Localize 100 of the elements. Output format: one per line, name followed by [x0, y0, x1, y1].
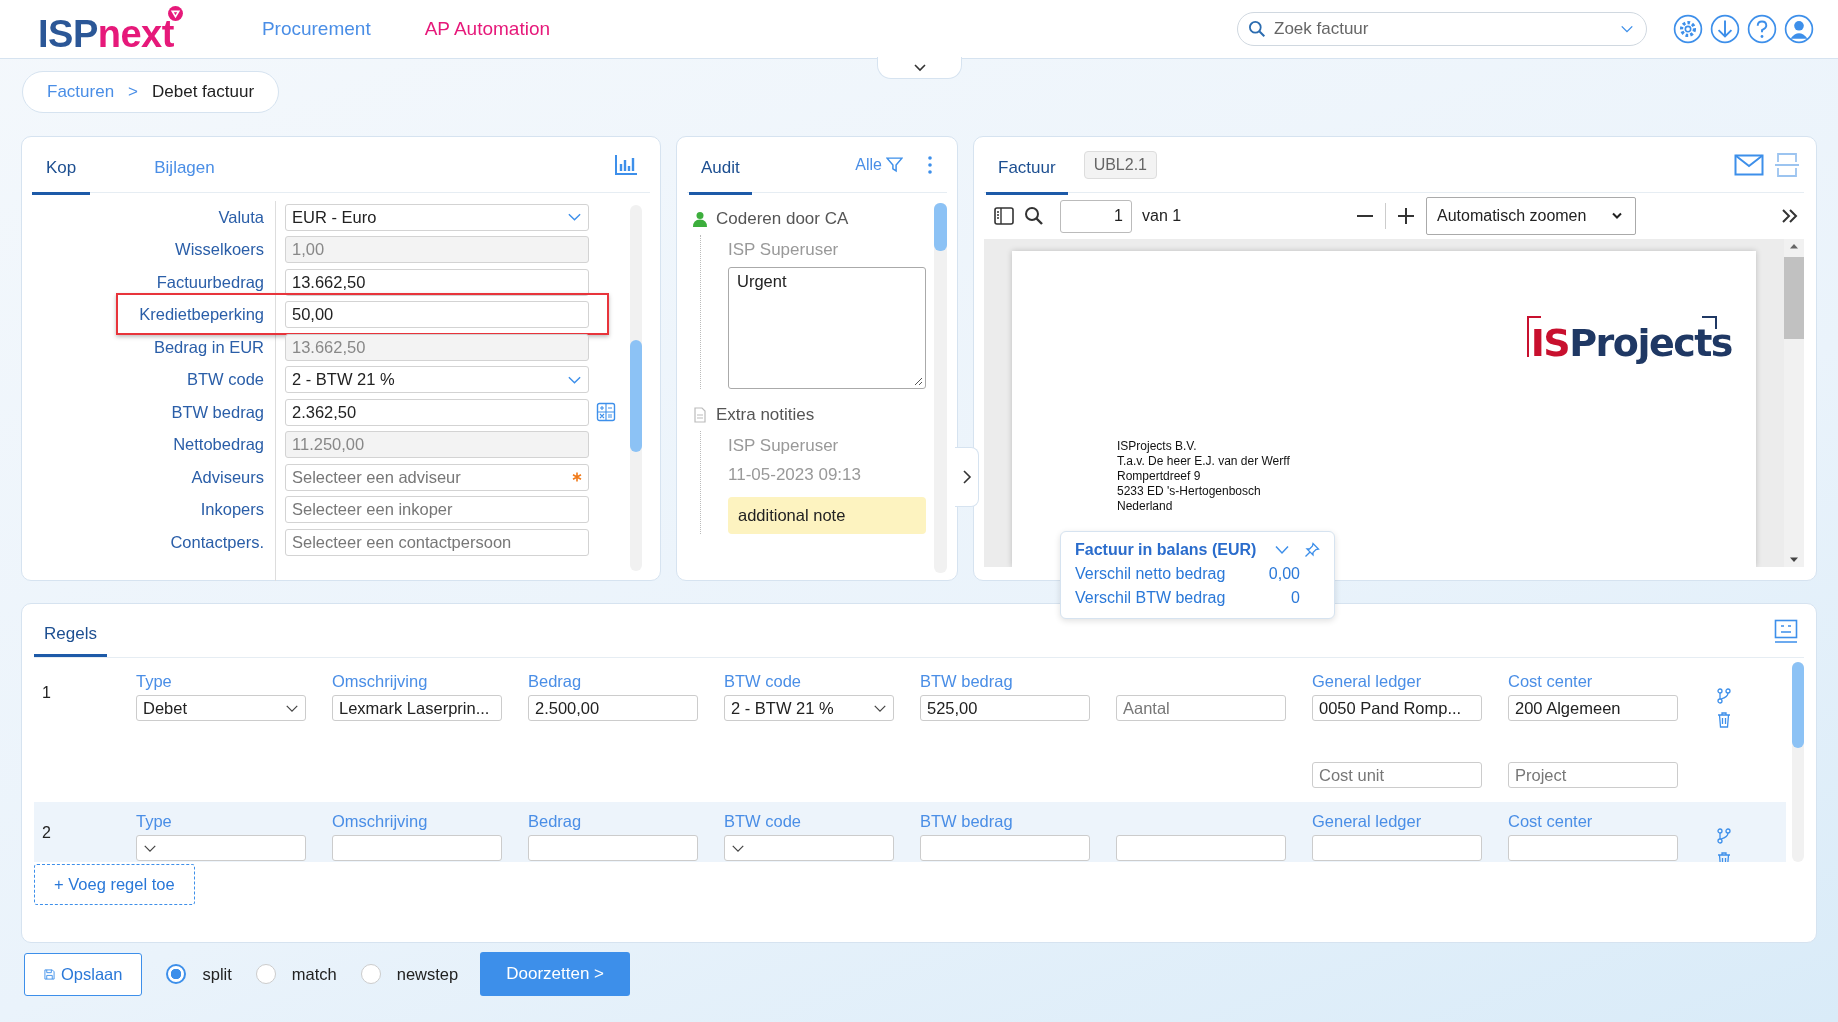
chevron-down-icon — [731, 843, 745, 853]
chevron-down-icon — [1611, 212, 1623, 220]
line-row[interactable]: 1 Type Debet Omschrijving Lexmark Laserprin... Bedrag 2.500,00 BTW code 2 - BTW 21 % BTW bedrag 525,00 Aantal General ledger 0050 Pand Romp... Cost center 200 Algemeen Cost unit Project — [34, 662, 1786, 802]
column-label: Omschrijving — [332, 812, 429, 832]
tab[interactable]: Audit — [689, 142, 752, 195]
input-field[interactable] — [724, 835, 894, 861]
user-icon[interactable] — [1784, 14, 1814, 44]
input-field[interactable]: 200 Algemeen — [1508, 695, 1678, 721]
pin-icon[interactable] — [1304, 542, 1320, 558]
input-field[interactable]: Selecteer een adviseur — [285, 463, 589, 491]
input-field[interactable]: Aantal — [1116, 695, 1286, 721]
input-field[interactable]: 2.500,00 — [528, 695, 698, 721]
input-field[interactable] — [1312, 835, 1482, 861]
radio-option[interactable]: split — [166, 964, 232, 984]
scrollbar-thumb[interactable] — [1792, 662, 1804, 748]
field-label: Bedrag in EUR — [152, 337, 265, 357]
field-label: Contactpers. — [169, 532, 265, 552]
input-field[interactable]: EUR - Euro — [285, 203, 589, 231]
input-field[interactable] — [332, 835, 502, 861]
breadcrumb-current: Debet factuur — [152, 82, 255, 102]
input-field[interactable]: 50,00 — [285, 301, 589, 329]
bar-chart-icon[interactable] — [614, 153, 638, 176]
input-field[interactable]: 13.662,50 — [285, 268, 589, 296]
trash-icon[interactable] — [1717, 712, 1731, 728]
input-field[interactable]: Cost unit — [1312, 762, 1482, 788]
field-label: Nettobedrag — [172, 435, 265, 455]
input-field[interactable] — [528, 835, 698, 861]
field-label: BTW bedrag — [170, 402, 265, 422]
radio-button[interactable] — [360, 964, 381, 984]
tab[interactable]: Kop — [32, 142, 91, 195]
more-icon[interactable] — [927, 154, 933, 175]
audit-user: ISP Superuser — [728, 239, 840, 261]
scrollbar-thumb[interactable] — [630, 340, 642, 452]
add-line-button[interactable]: + Voeg regel toe — [34, 864, 195, 905]
input-field[interactable]: 2 - BTW 21 % — [285, 366, 589, 394]
resize-grip-icon — [913, 376, 923, 386]
radio-button[interactable] — [166, 964, 187, 984]
input-field[interactable]: Project — [1508, 762, 1678, 788]
audit-date: 11-05-2023 09:13 — [728, 464, 862, 486]
settings-icon[interactable] — [1673, 14, 1703, 44]
input-field[interactable]: Selecteer een contactpersoon — [285, 528, 589, 556]
chevron-down-icon — [143, 843, 157, 853]
tab[interactable]: UBL2.1 — [1083, 150, 1157, 179]
line-row[interactable]: 2 Type Omschrijving Bedrag BTW code BTW bedrag General ledger Cost center — [34, 802, 1786, 862]
field-label: Inkopers — [199, 500, 265, 520]
layout-icon[interactable] — [1774, 618, 1798, 643]
field-label: BTW code — [185, 370, 265, 390]
column-label: General ledger — [1312, 672, 1423, 692]
input-field[interactable]: Lexmark Laserprin... — [332, 695, 502, 721]
audit-user: ISP Superuser — [728, 435, 840, 457]
input-field[interactable]: Debet — [136, 695, 306, 721]
split-icon[interactable] — [1717, 828, 1731, 844]
balance-value: 0,00 — [1268, 565, 1300, 583]
input-field[interactable] — [1508, 835, 1678, 861]
filter-icon[interactable] — [886, 156, 903, 173]
column-label: BTW code — [724, 672, 803, 692]
field-label: Adviseurs — [190, 467, 265, 487]
nav-link[interactable]: AP Automation — [424, 18, 551, 40]
input-field[interactable]: Selecteer een inkoper — [285, 496, 589, 524]
note-text: additional note — [728, 497, 926, 534]
input-field[interactable] — [136, 835, 306, 861]
input-field[interactable]: 2 - BTW 21 % — [724, 695, 894, 721]
scroll-up-icon[interactable] — [1789, 243, 1799, 249]
column-label: Cost center — [1508, 812, 1594, 832]
column-label: Type — [136, 672, 173, 692]
radio-option[interactable]: newstep — [360, 964, 459, 984]
radio-option[interactable]: match — [255, 964, 337, 984]
audit-title: Coderen door CA — [716, 209, 849, 229]
popup-title: Factuur in balans (EUR) — [1075, 541, 1258, 559]
sidebar-toggle-icon[interactable] — [994, 206, 1014, 226]
page-number-field[interactable]: 1 — [1060, 199, 1132, 233]
tab[interactable]: Factuur — [986, 142, 1068, 195]
scan-icon[interactable] — [1774, 151, 1800, 178]
input-field[interactable]: 0050 Pand Romp... — [1312, 695, 1482, 721]
mail-icon[interactable] — [1734, 153, 1764, 176]
field-label: Wisselkoers — [174, 240, 265, 260]
tab[interactable]: Regels — [34, 612, 107, 657]
logo[interactable]: ISPnext — [38, 5, 184, 53]
input-field[interactable]: 525,00 — [920, 695, 1090, 721]
input-field[interactable]: 2.362,50 — [285, 398, 589, 426]
search-icon — [1248, 20, 1266, 38]
scroll-down-icon[interactable] — [1789, 557, 1799, 563]
zoom-in-icon[interactable] — [1396, 206, 1416, 226]
help-icon[interactable] — [1747, 14, 1777, 44]
calculator-icon[interactable] — [596, 402, 616, 423]
download-icon[interactable] — [1710, 14, 1740, 44]
balance-value: 0 — [1291, 589, 1300, 607]
document-icon — [692, 407, 708, 423]
zoom-dropdown[interactable]: Automatisch zoomen — [1426, 197, 1636, 235]
split-icon[interactable] — [1717, 688, 1731, 704]
audit-title: Extra notities — [716, 405, 815, 425]
input-field[interactable] — [1116, 835, 1286, 861]
search-icon[interactable] — [1024, 206, 1044, 226]
scrollbar-thumb[interactable] — [1784, 257, 1804, 339]
radio-button[interactable] — [255, 964, 276, 984]
scrollbar-thumb[interactable] — [934, 203, 947, 251]
line-number: 2 — [42, 823, 52, 842]
input-field[interactable] — [920, 835, 1090, 861]
comment-field[interactable]: Urgent — [728, 267, 926, 389]
save-button[interactable]: Opslaan — [24, 952, 143, 996]
